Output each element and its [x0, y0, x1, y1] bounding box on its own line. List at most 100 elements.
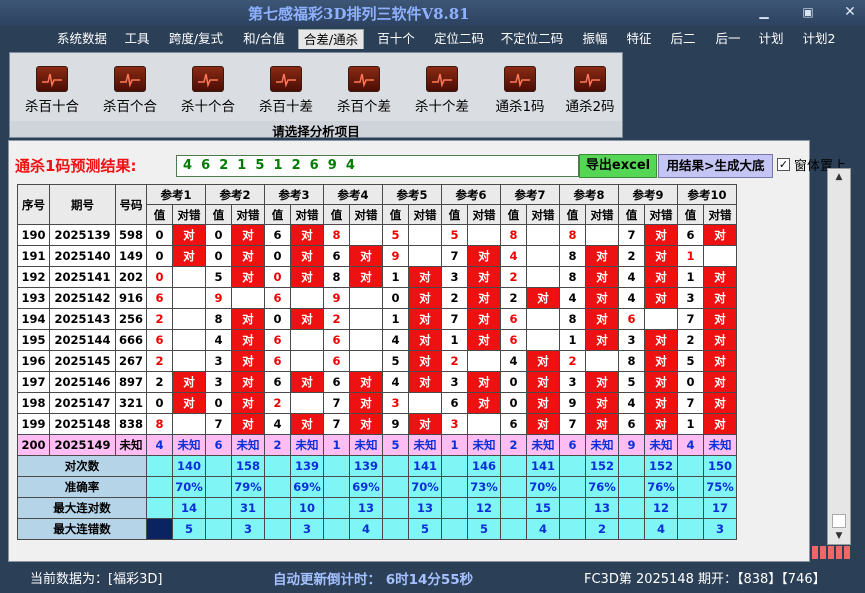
col-header-issue[interactable]: 期号 — [49, 184, 116, 225]
prediction-result-field[interactable]: 4 6 2 1 5 1 2 6 9 4 — [176, 155, 579, 177]
ribbon-kill-two-code[interactable]: 通杀2码 — [550, 64, 630, 115]
col-header-index[interactable]: 序号 — [17, 184, 50, 225]
col-header-value[interactable]: 值 — [382, 204, 409, 225]
stats-spacer — [500, 455, 527, 477]
ribbon-kill-shi-ge-diff[interactable]: 杀十个差 — [402, 64, 482, 115]
col-header-result[interactable]: 对错 — [349, 204, 383, 225]
menu-position-triplet[interactable]: 百十个 — [373, 29, 419, 49]
ref-value-cell: 3 — [677, 287, 704, 309]
scroll-up-icon[interactable]: ▲ — [830, 170, 848, 184]
col-header-value[interactable]: 值 — [264, 204, 291, 225]
col-header-value[interactable]: 值 — [323, 204, 350, 225]
table-row[interactable]: 198 2025147 321 0 对 0 对 2 7 对 3 6 对 0 对 9 对 4 对 7 对 — [17, 392, 737, 414]
ref-result-cell — [349, 308, 383, 330]
ref-result-cell — [703, 245, 737, 267]
menu-unfixed-pair[interactable]: 不定位二码 — [497, 29, 567, 49]
table-row[interactable]: 192 2025141 202 0 5 对 0 对 8 对 1 对 3 对 2 8 对 4 对 1 对 — [17, 266, 737, 288]
stats-spacer — [205, 476, 232, 498]
col-header-ref-1[interactable]: 参考1 — [146, 184, 206, 205]
col-header-ref-8[interactable]: 参考8 — [559, 184, 619, 205]
menu-last-one[interactable]: 后一 — [711, 29, 745, 49]
ref-result-cell — [585, 224, 619, 246]
ref-value-cell: 0 — [205, 392, 232, 414]
col-header-ref-6[interactable]: 参考6 — [441, 184, 501, 205]
menu-feature[interactable]: 特征 — [622, 29, 656, 49]
menu-tools[interactable]: 工具 — [120, 29, 154, 49]
table-row[interactable]: 196 2025145 267 2 3 对 6 6 5 对 2 4 对 2 8 对 5 对 — [17, 350, 737, 372]
col-header-result[interactable]: 对错 — [526, 204, 560, 225]
ref-value-cell: 2 — [677, 329, 704, 351]
table-row[interactable]: 193 2025142 916 6 9 6 9 0 对 2 对 2 对 4 对 4 对 3 对 — [17, 287, 737, 309]
row-index: 191 — [17, 245, 50, 267]
col-header-ref-3[interactable]: 参考3 — [264, 184, 324, 205]
table-row[interactable]: 190 2025139 598 0 对 0 对 6 对 8 5 5 8 8 7 对 6 对 — [17, 224, 737, 246]
table-row[interactable]: 195 2025144 666 6 4 对 6 6 4 对 1 对 6 1 对 3 对 2 对 — [17, 329, 737, 351]
table-row[interactable]: 197 2025146 897 2 对 3 对 6 对 6 对 4 对 3 对 0 对 3 对 5 对 0 对 — [17, 371, 737, 393]
table-row[interactable]: 199 2025148 838 8 7 对 4 对 7 对 9 对 3 6 对 7 对 6 对 1 对 — [17, 413, 737, 435]
col-header-value[interactable]: 值 — [559, 204, 586, 225]
row-issue: 2025141 — [49, 266, 116, 288]
export-excel-button[interactable]: 导出excel — [579, 154, 657, 178]
row-issue: 2025144 — [49, 329, 116, 351]
ribbon-kill-shi-ge-sum[interactable]: 杀十个合 — [168, 64, 248, 115]
current-prediction-row[interactable]: 200 2025149 未知 4 未知 6 未知 2 未知 1 未知 5 未知 1 未知 2 未知 6 未知 9 未知 4… — [17, 434, 737, 456]
ref-result-cell: 对 — [172, 245, 206, 267]
menu-fixed-pair[interactable]: 定位二码 — [430, 29, 488, 49]
ref-value-cell: 6 — [264, 371, 291, 393]
col-header-ref-7[interactable]: 参考7 — [500, 184, 560, 205]
update-countdown: 自动更新倒计时： 6时14分55秒 — [273, 572, 474, 588]
col-header-value[interactable]: 值 — [441, 204, 468, 225]
tab-sum-diff-kill[interactable]: 合差/通杀 — [298, 29, 364, 49]
col-header-value[interactable]: 值 — [500, 204, 527, 225]
col-header-result[interactable]: 对错 — [290, 204, 324, 225]
col-header-result[interactable]: 对错 — [585, 204, 619, 225]
ribbon-kill-bai-shi-sum[interactable]: 杀百十合 — [12, 64, 92, 115]
menu-sum[interactable]: 和/合值 — [238, 29, 290, 49]
ribbon-kill-bai-ge-diff[interactable]: 杀百个差 — [324, 64, 404, 115]
ribbon-kill-bai-shi-diff[interactable]: 杀百十差 — [246, 64, 326, 115]
col-header-result[interactable]: 对错 — [172, 204, 206, 225]
stats-value: 70% — [526, 476, 560, 498]
col-header-result[interactable]: 对错 — [467, 204, 501, 225]
ribbon-kill-one-code[interactable]: 通杀1码 — [480, 64, 560, 115]
close-icon[interactable]: ✕ — [838, 4, 862, 20]
table-row[interactable]: 194 2025143 256 2 8 对 0 对 2 1 对 7 对 6 8 对 6 7 对 — [17, 308, 737, 330]
ref-value-cell: 9 — [559, 392, 586, 414]
col-header-result[interactable]: 对错 — [408, 204, 442, 225]
col-header-value[interactable]: 值 — [618, 204, 645, 225]
menu-system-data[interactable]: 系统数据 — [52, 29, 112, 49]
col-header-ref-10[interactable]: 参考10 — [677, 184, 737, 205]
vertical-scrollbar[interactable]: ▲ ▼ — [827, 168, 851, 545]
menu-plan[interactable]: 计划 — [754, 29, 788, 49]
col-header-number[interactable]: 号码 — [115, 184, 147, 225]
ref-value-cell: 3 — [441, 413, 468, 435]
chart-icon — [348, 66, 380, 92]
col-header-ref-4[interactable]: 参考4 — [323, 184, 383, 205]
ref-result-cell: 对 — [644, 224, 678, 246]
menu-last-two[interactable]: 后二 — [666, 29, 700, 49]
col-header-result[interactable]: 对错 — [231, 204, 265, 225]
col-header-value[interactable]: 值 — [146, 204, 173, 225]
menu-plan2[interactable]: 计划2 — [798, 29, 840, 49]
row-number: 267 — [115, 350, 147, 372]
col-header-value[interactable]: 值 — [677, 204, 704, 225]
col-header-ref-9[interactable]: 参考9 — [618, 184, 678, 205]
col-header-result[interactable]: 对错 — [703, 204, 737, 225]
col-header-ref-2[interactable]: 参考2 — [205, 184, 265, 205]
minimize-icon[interactable]: ▁ — [752, 4, 776, 20]
generate-dadi-button[interactable]: 用结果>生成大底 — [658, 154, 773, 178]
col-header-value[interactable]: 值 — [205, 204, 232, 225]
ribbon-kill-bai-ge-sum[interactable]: 杀百个合 — [90, 64, 170, 115]
col-header-result[interactable]: 对错 — [644, 204, 678, 225]
stats-spacer — [205, 497, 232, 519]
ref-value-cell: 3 — [205, 350, 232, 372]
scroll-thumb[interactable] — [832, 514, 846, 528]
menu-span[interactable]: 跨度/复式 — [165, 29, 227, 49]
col-header-ref-5[interactable]: 参考5 — [382, 184, 442, 205]
ref-result-cell: 对 — [231, 224, 265, 246]
scroll-down-icon[interactable]: ▼ — [830, 529, 848, 543]
window-topmost-checkbox[interactable]: ✓ — [777, 158, 790, 171]
menu-amplitude[interactable]: 振幅 — [578, 29, 612, 49]
table-row[interactable]: 191 2025140 149 0 对 0 对 0 对 6 对 9 7 对 4 8 对 2 对 1 — [17, 245, 737, 267]
maximize-icon[interactable]: ▣ — [796, 4, 820, 20]
